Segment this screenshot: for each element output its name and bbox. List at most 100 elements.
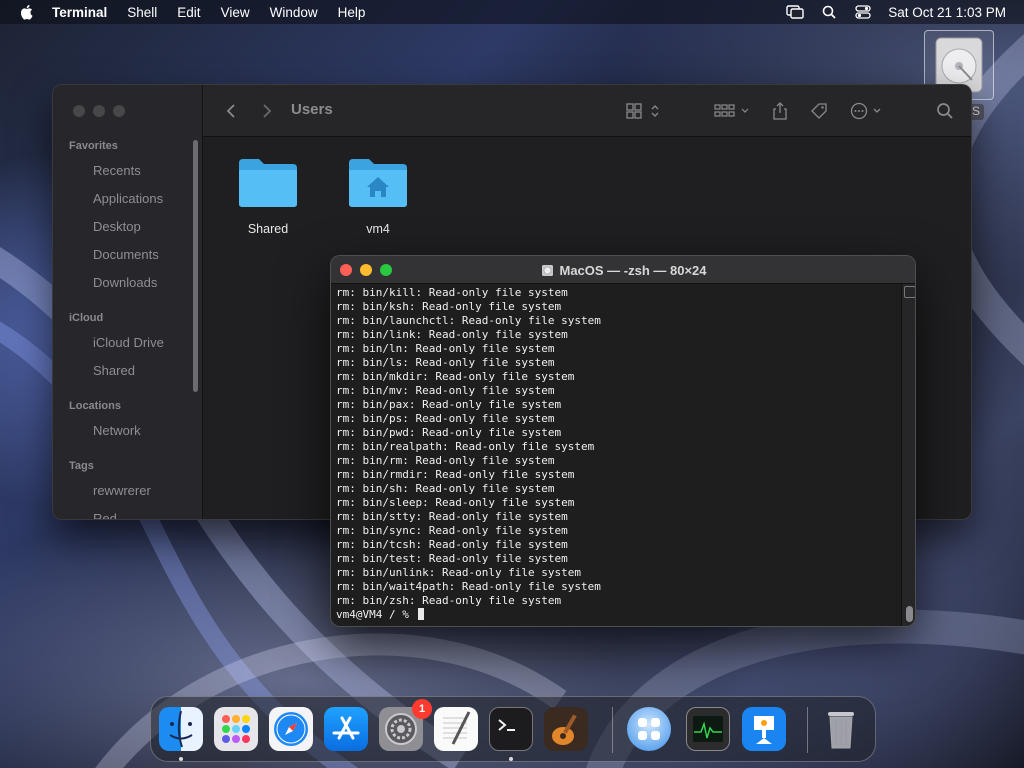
menu-clock[interactable]: Sat Oct 21 1:03 PM xyxy=(888,5,1006,20)
sidebar-item-tag-red[interactable]: Red xyxy=(93,511,117,519)
terminal-output-line: rm: bin/realpath: Read-only file system xyxy=(336,440,595,453)
terminal-output[interactable]: rm: bin/kill: Read-only file system rm: b… xyxy=(336,286,896,624)
finder-window-controls xyxy=(73,105,125,117)
terminal-output-line: rm: bin/mkdir: Read-only file system xyxy=(336,370,575,383)
dock-separator-trash xyxy=(807,707,808,753)
terminal-scroll-thumb[interactable] xyxy=(906,606,913,622)
terminal-output-line: rm: bin/unlink: Read-only file system xyxy=(336,566,582,579)
menu-bar: Terminal Shell Edit View Window Help Sat… xyxy=(0,0,1024,24)
terminal-scroll-button[interactable] xyxy=(904,286,915,298)
settings-notification-badge: 1 xyxy=(412,699,432,719)
terminal-output-line: rm: bin/tcsh: Read-only file system xyxy=(336,538,568,551)
app-store-icon[interactable] xyxy=(324,707,368,751)
terminal-icon[interactable] xyxy=(489,707,533,751)
disk-small-icon xyxy=(541,264,554,280)
sidebar-section-icloud: iCloud xyxy=(69,312,104,324)
terminal-output-line: rm: bin/ps: Read-only file system xyxy=(336,412,555,425)
finder-running-indicator xyxy=(179,757,183,761)
sidebar-item-tag-rewwrerer[interactable]: rewwrerer xyxy=(93,483,151,498)
sidebar-item-downloads[interactable]: Downloads xyxy=(93,275,157,290)
sidebar-section-favorites: Favorites xyxy=(69,140,118,152)
sidebar-section-tags: Tags xyxy=(69,460,94,472)
back-chevron-icon[interactable] xyxy=(223,101,239,121)
sidebar-item-network[interactable]: Network xyxy=(93,423,141,438)
group-by-icon[interactable] xyxy=(713,101,753,121)
activity-monitor-icon[interactable] xyxy=(686,707,730,751)
search-icon[interactable] xyxy=(935,101,955,121)
terminal-output-line: rm: bin/pax: Read-only file system xyxy=(336,398,562,411)
folder-label-vm4: vm4 xyxy=(366,222,390,236)
forward-chevron-icon[interactable] xyxy=(259,101,275,121)
menu-window[interactable]: Window xyxy=(270,5,318,20)
terminal-output-line: rm: bin/link: Read-only file system xyxy=(336,328,568,341)
menu-view[interactable]: View xyxy=(221,5,250,20)
folder-item-shared[interactable]: Shared xyxy=(223,157,313,236)
terminal-prompt: vm4@VM4 / % xyxy=(336,608,416,621)
terminal-output-line: rm: bin/sync: Read-only file system xyxy=(336,524,568,537)
finder-zoom-button[interactable] xyxy=(113,105,125,117)
terminal-output-line: rm: bin/rm: Read-only file system xyxy=(336,454,555,467)
garageband-icon[interactable] xyxy=(544,707,588,751)
sidebar-scrollbar[interactable] xyxy=(193,140,198,392)
tag-icon[interactable] xyxy=(809,101,829,121)
terminal-output-line: rm: bin/ln: Read-only file system xyxy=(336,342,555,355)
terminal-title: MacOS — -zsh — 80×24 xyxy=(331,263,915,280)
terminal-output-line: rm: bin/zsh: Read-only file system xyxy=(336,594,562,607)
folder-item-vm4[interactable]: vm4 xyxy=(333,157,423,236)
terminal-output-line: rm: bin/wait4path: Read-only file system xyxy=(336,580,601,593)
view-grid-icon[interactable] xyxy=(625,101,661,121)
finder-toolbar: Users xyxy=(203,85,971,137)
home-folder-icon xyxy=(349,159,407,207)
launchpad-icon[interactable] xyxy=(214,707,258,751)
terminal-output-line: rm: bin/pwd: Read-only file system xyxy=(336,426,562,439)
terminal-window[interactable]: MacOS — -zsh — 80×24 rm: bin/kill: Read-… xyxy=(330,255,916,627)
terminal-output-line: rm: bin/ksh: Read-only file system xyxy=(336,300,562,313)
terminal-output-line: rm: bin/launchctl: Read-only file system xyxy=(336,314,601,327)
terminal-output-line: rm: bin/mv: Read-only file system xyxy=(336,384,555,397)
terminal-prompt-line[interactable]: vm4@VM4 / % xyxy=(336,608,896,622)
more-actions-icon[interactable] xyxy=(849,101,885,121)
terminal-cursor xyxy=(418,608,425,620)
sidebar-item-recents[interactable]: Recents xyxy=(93,163,141,178)
menu-edit[interactable]: Edit xyxy=(177,5,200,20)
terminal-output-line: rm: bin/sleep: Read-only file system xyxy=(336,496,575,509)
dock-separator xyxy=(612,707,613,753)
terminal-title-text: MacOS — -zsh — 80×24 xyxy=(559,263,707,278)
terminal-output-line: rm: bin/stty: Read-only file system xyxy=(336,510,568,523)
spotlight-search-icon[interactable] xyxy=(820,4,838,20)
folder-icon xyxy=(239,159,297,207)
screen-mirroring-icon[interactable] xyxy=(786,4,804,20)
terminal-output-line: rm: bin/test: Read-only file system xyxy=(336,552,568,565)
keynote-icon[interactable] xyxy=(742,707,786,751)
menu-app-name[interactable]: Terminal xyxy=(52,5,107,20)
control-center-icon[interactable] xyxy=(854,4,872,20)
sidebar-item-applications[interactable]: Applications xyxy=(93,191,163,206)
menu-shell[interactable]: Shell xyxy=(127,5,157,20)
terminal-output-line: rm: bin/ls: Read-only file system xyxy=(336,356,555,369)
textedit-icon[interactable] xyxy=(434,707,478,751)
terminal-output-line: rm: bin/kill: Read-only file system xyxy=(336,286,568,299)
dock: 1 xyxy=(150,696,876,762)
finder-icon[interactable] xyxy=(159,707,203,751)
finder-minimize-button[interactable] xyxy=(93,105,105,117)
apple-menu-icon[interactable] xyxy=(18,3,36,21)
finder-path-title: Users xyxy=(291,101,333,118)
terminal-running-indicator xyxy=(509,757,513,761)
menu-help[interactable]: Help xyxy=(338,5,366,20)
widgets-icon[interactable] xyxy=(627,707,671,751)
terminal-scrollbar[interactable] xyxy=(901,284,915,626)
safari-icon[interactable] xyxy=(269,707,313,751)
finder-sidebar: Favorites Recents Applications Desktop D… xyxy=(53,85,203,519)
terminal-output-line: rm: bin/rmdir: Read-only file system xyxy=(336,468,575,481)
finder-close-button[interactable] xyxy=(73,105,85,117)
sidebar-item-desktop[interactable]: Desktop xyxy=(93,219,141,234)
terminal-output-line: rm: bin/sh: Read-only file system xyxy=(336,482,555,495)
terminal-titlebar[interactable]: MacOS — -zsh — 80×24 xyxy=(331,256,915,284)
share-icon[interactable] xyxy=(771,101,789,121)
sidebar-item-documents[interactable]: Documents xyxy=(93,247,159,262)
folder-label-shared: Shared xyxy=(247,222,289,236)
sidebar-item-icloud-drive[interactable]: iCloud Drive xyxy=(93,335,164,350)
trash-icon[interactable] xyxy=(819,707,863,751)
sidebar-section-locations: Locations xyxy=(69,400,121,412)
sidebar-item-shared[interactable]: Shared xyxy=(93,363,135,378)
